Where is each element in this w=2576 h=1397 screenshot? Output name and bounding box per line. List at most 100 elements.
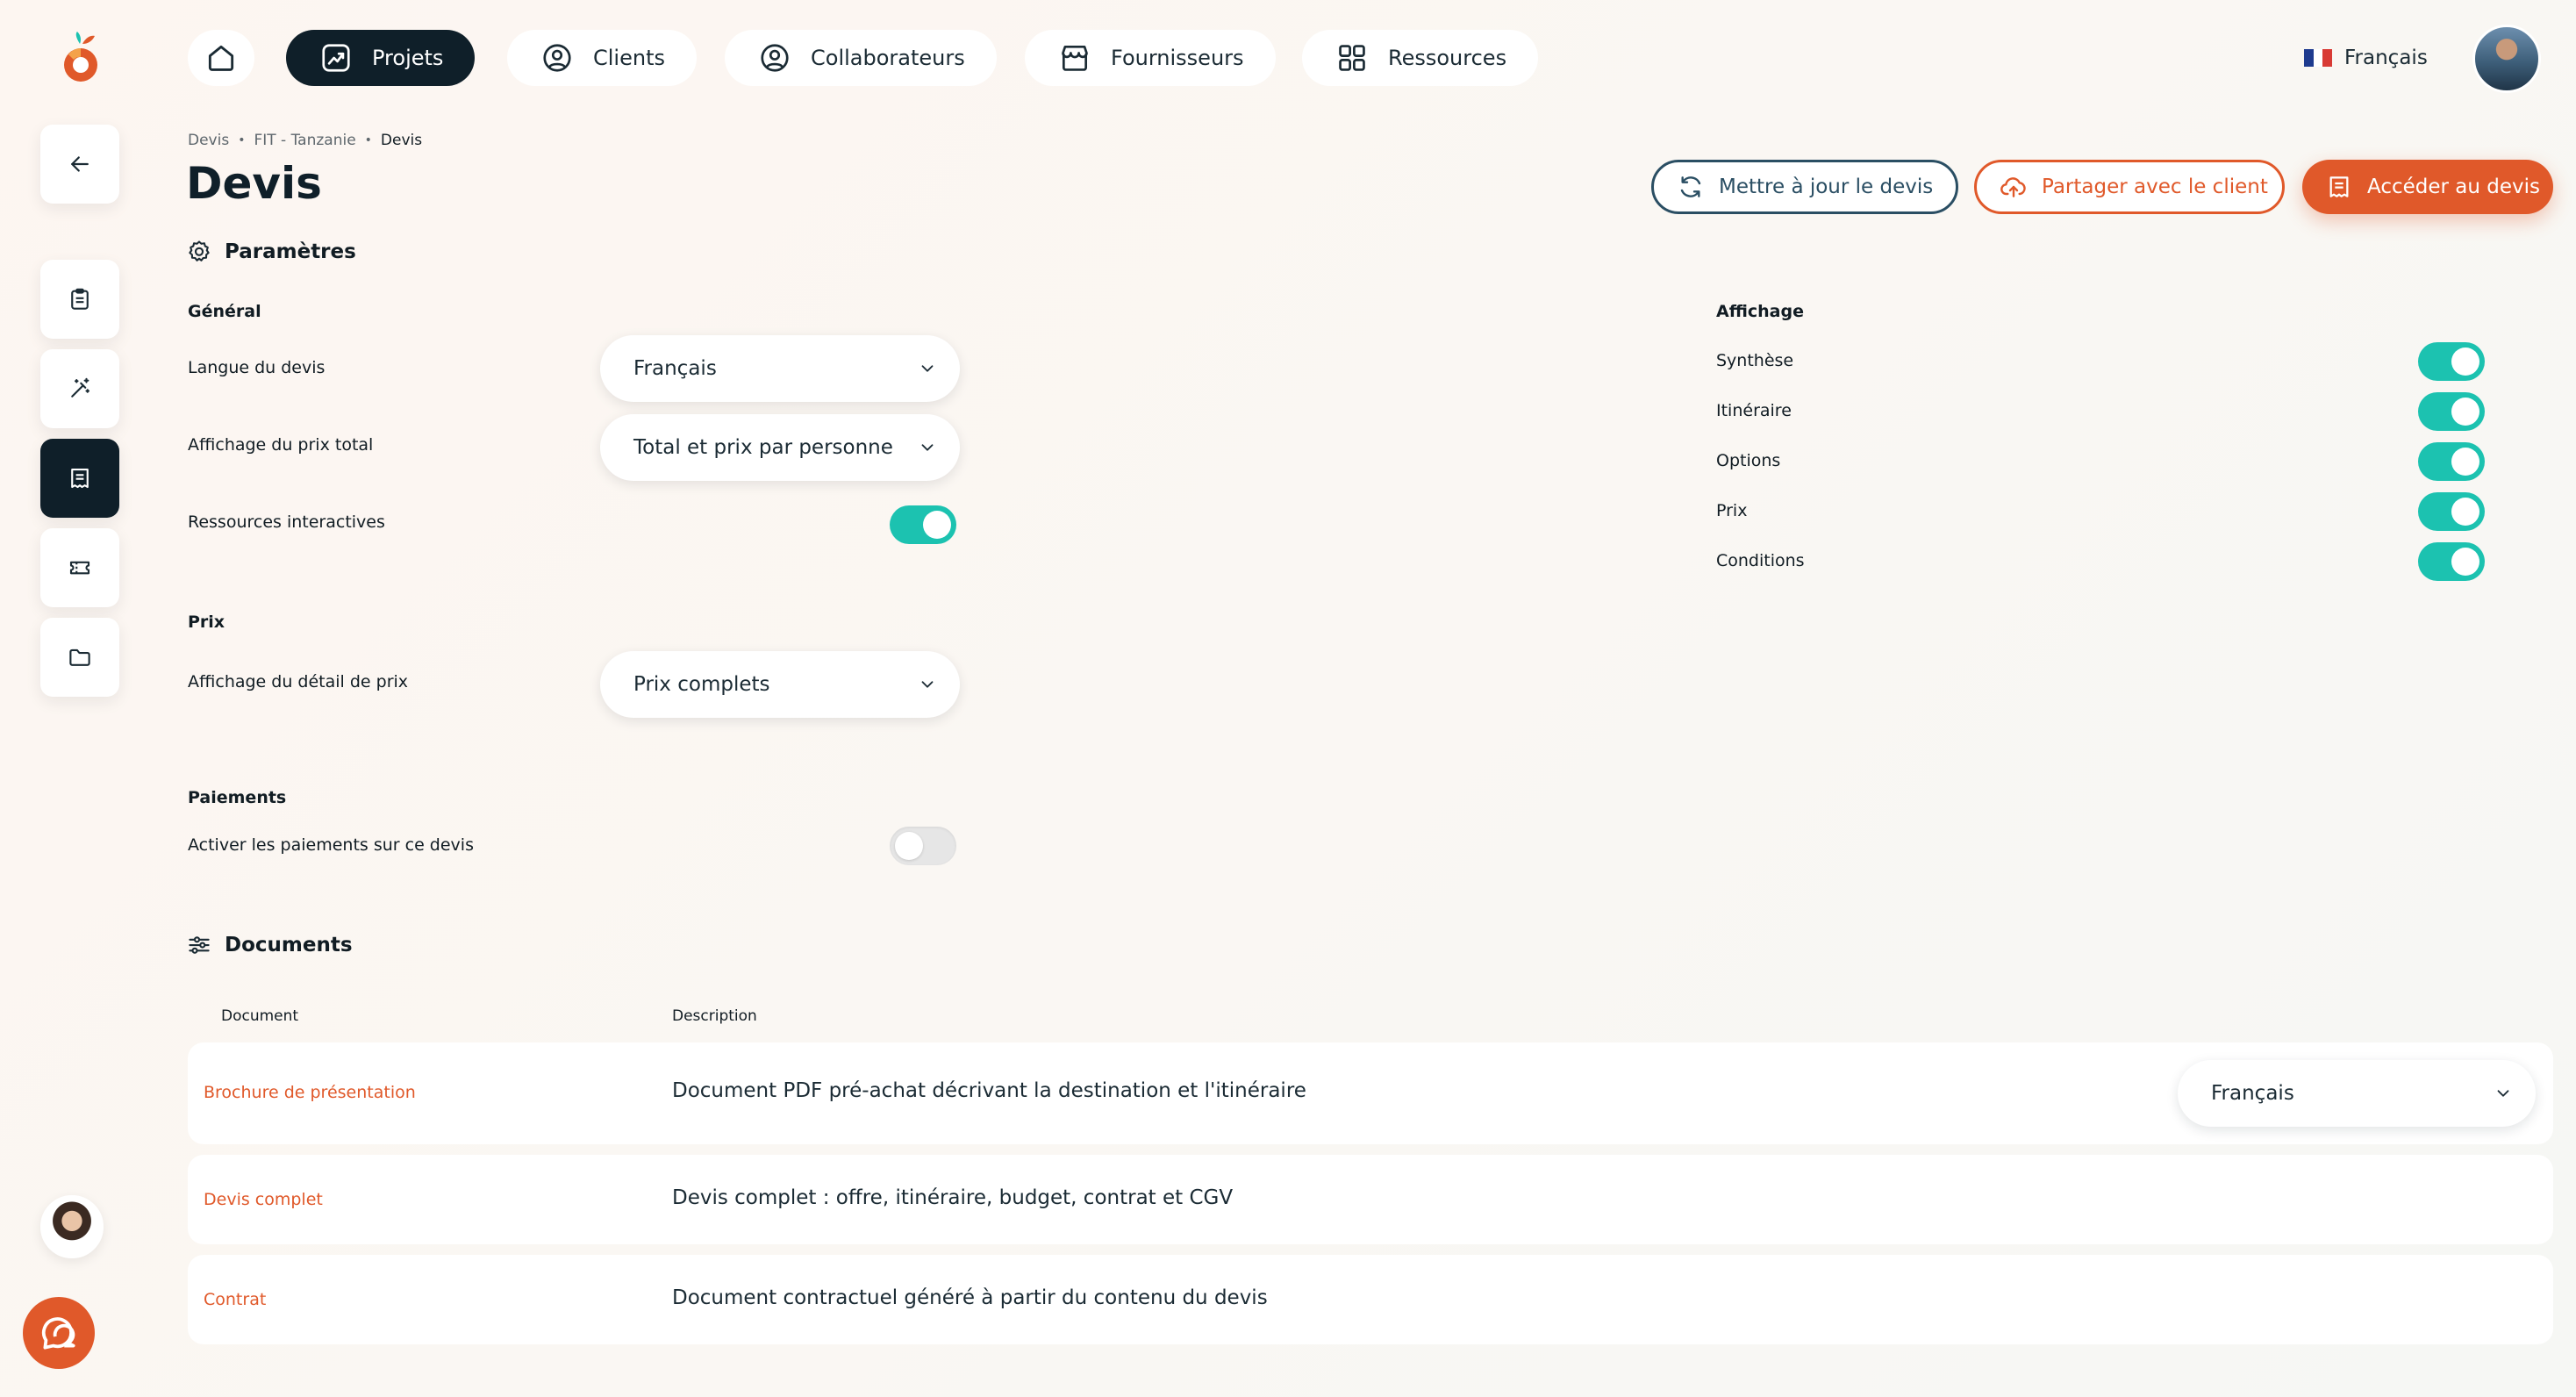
store-icon: [1062, 45, 1088, 71]
sidebar-item-details[interactable]: [40, 260, 119, 339]
breadcrumb-separator: •: [238, 133, 246, 147]
chevron-down-icon: [921, 365, 934, 372]
document-description: Devis complet : offre, itinéraire, budge…: [672, 1186, 1234, 1209]
grid-icon: [1339, 45, 1365, 71]
display-synthese-label: Synthèse: [1716, 351, 1794, 370]
breadcrumb-item[interactable]: Devis: [188, 132, 229, 149]
document-language-value: Français: [2211, 1082, 2294, 1105]
display-options-label: Options: [1716, 451, 1781, 470]
total-price-display-select[interactable]: Total et prix par personne: [600, 414, 960, 481]
update-quote-button[interactable]: Mettre à jour le devis: [1651, 160, 1958, 214]
affichage-subtitle: Affichage: [1716, 302, 1804, 321]
params-section-title: Paramètres: [186, 239, 356, 265]
folder-icon: [69, 648, 90, 666]
nav-ressources-label: Ressources: [1388, 46, 1507, 70]
access-quote-button[interactable]: Accéder au devis: [2302, 160, 2553, 214]
enable-payments-label: Activer les paiements sur ce devis: [188, 835, 474, 855]
sidebar-item-tickets[interactable]: [40, 528, 119, 607]
document-name-link[interactable]: Contrat: [204, 1290, 266, 1309]
nav-projets-label: Projets: [372, 46, 444, 70]
breadcrumb-separator: •: [364, 133, 372, 147]
nav-collaborateurs-label: Collaborateurs: [811, 46, 965, 70]
nav-collaborateurs[interactable]: Collaborateurs: [725, 30, 997, 86]
nav-fournisseurs[interactable]: Fournisseurs: [1025, 30, 1276, 86]
document-name-link[interactable]: Devis complet: [204, 1190, 323, 1209]
user-circle-icon: [543, 44, 571, 72]
interactive-resources-toggle[interactable]: [890, 505, 956, 544]
magic-wand-icon: [71, 377, 90, 398]
table-row[interactable]: Brochure de présentation Document PDF pr…: [188, 1042, 2553, 1144]
price-detail-select[interactable]: Prix complets: [600, 651, 960, 718]
document-description: Document contractuel généré à partir du …: [672, 1286, 1268, 1309]
nav-fournisseurs-label: Fournisseurs: [1111, 46, 1244, 70]
params-title: Paramètres: [225, 240, 356, 263]
sidebar-item-generate[interactable]: [40, 349, 119, 428]
enable-payments-toggle[interactable]: [890, 827, 956, 865]
user-circle-icon: [761, 44, 789, 72]
gear-icon: [189, 240, 210, 261]
chevron-down-icon: [921, 681, 934, 688]
document-name-link[interactable]: Brochure de présentation: [204, 1083, 416, 1102]
share-with-client-button[interactable]: Partager avec le client: [1974, 160, 2285, 214]
share-with-client-label: Partager avec le client: [2042, 176, 2268, 198]
quote-icon: [71, 468, 89, 489]
update-quote-label: Mettre à jour le devis: [1719, 176, 1934, 198]
documents-title: Documents: [225, 934, 353, 956]
display-options-toggle[interactable]: [2418, 442, 2485, 481]
language-switcher[interactable]: Français: [2304, 40, 2428, 75]
nav-ressources[interactable]: Ressources: [1302, 30, 1539, 86]
nav-clients[interactable]: Clients: [507, 30, 697, 86]
sidebar-item-devis[interactable]: [40, 439, 119, 518]
document-description: Document PDF pré-achat décrivant la dest…: [672, 1079, 1306, 1102]
quote-language-label: Langue du devis: [188, 358, 326, 377]
prix-subtitle: Prix: [188, 613, 225, 632]
quote-language-value: Français: [633, 357, 717, 380]
display-prix-toggle[interactable]: [2418, 492, 2485, 531]
user-avatar[interactable]: [2472, 25, 2541, 93]
quote-icon: [2329, 176, 2349, 197]
chat-icon: [41, 1317, 75, 1350]
projects-icon: [322, 44, 350, 72]
home-icon: [208, 45, 234, 71]
interactive-resources-label: Ressources interactives: [188, 512, 385, 532]
ticket-icon: [69, 561, 90, 575]
app-logo[interactable]: [56, 32, 105, 86]
nav-projets[interactable]: Projets: [286, 30, 476, 86]
language-label: Français: [2344, 47, 2428, 69]
breadcrumb-item[interactable]: FIT - Tanzanie: [254, 132, 355, 149]
assistant-avatar[interactable]: [40, 1195, 104, 1258]
back-button[interactable]: [40, 125, 119, 204]
documents-section-title: Documents: [186, 932, 353, 958]
display-itineraire-label: Itinéraire: [1716, 401, 1792, 420]
price-detail-value: Prix complets: [633, 673, 770, 696]
table-row[interactable]: Devis complet Devis complet : offre, iti…: [188, 1155, 2553, 1244]
nav-home-button[interactable]: [188, 30, 254, 86]
nav-clients-label: Clients: [593, 46, 665, 70]
display-prix-label: Prix: [1716, 501, 1748, 520]
document-language-select[interactable]: Français: [2178, 1060, 2536, 1127]
column-header-description: Description: [672, 1007, 757, 1025]
display-synthese-toggle[interactable]: [2418, 342, 2485, 381]
display-itineraire-toggle[interactable]: [2418, 392, 2485, 431]
french-flag-icon: [2304, 49, 2333, 67]
general-subtitle: Général: [188, 302, 261, 321]
breadcrumb-current: Devis: [380, 132, 423, 149]
total-price-display-value: Total et prix par personne: [633, 436, 893, 459]
paiements-subtitle: Paiements: [188, 788, 287, 807]
sidebar-item-files[interactable]: [40, 618, 119, 697]
sliders-icon: [189, 936, 210, 954]
back-arrow-icon: [71, 156, 89, 172]
column-header-document: Document: [221, 1007, 299, 1025]
page-title: Devis: [186, 158, 322, 209]
access-quote-label: Accéder au devis: [2367, 176, 2541, 198]
chat-button[interactable]: [23, 1297, 95, 1369]
chevron-down-icon: [2497, 1090, 2509, 1097]
breadcrumb: Devis • FIT - Tanzanie • Devis: [188, 132, 422, 149]
chevron-down-icon: [921, 444, 934, 451]
refresh-icon: [1680, 176, 1701, 197]
table-row[interactable]: Contrat Document contractuel généré à pa…: [188, 1255, 2553, 1344]
quote-language-select[interactable]: Français: [600, 335, 960, 402]
upload-cloud-icon: [2000, 177, 2026, 197]
price-detail-label: Affichage du détail de prix: [188, 672, 409, 691]
display-conditions-toggle[interactable]: [2418, 542, 2485, 581]
